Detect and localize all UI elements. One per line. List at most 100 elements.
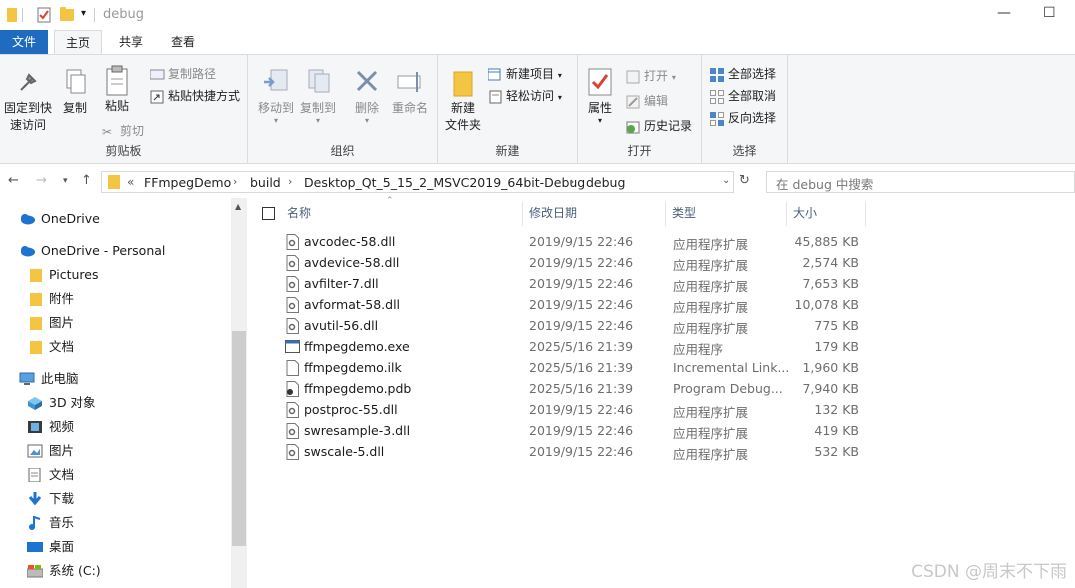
move-to-button[interactable]: 移动到 ▾ [256,67,296,125]
folder-icon [7,7,17,23]
properties-check-icon[interactable] [37,7,51,23]
documents-icon [27,467,43,483]
column-header-name[interactable]: 名称 [287,204,311,221]
breadcrumb-chevron-icon[interactable]: › [288,175,292,188]
paste-button[interactable]: 粘贴 [100,65,134,114]
scrollbar-thumb[interactable] [232,331,246,546]
new-item-button[interactable]: 新建项目 ▾ [487,65,562,82]
copy-path-button[interactable]: 复制路径 [149,65,216,82]
maximize-button[interactable]: ☐ [1043,5,1056,21]
file-modified: 2025/5/16 21:39 [529,360,634,375]
tab-home[interactable]: 主页 [54,30,102,54]
file-type: Program Debug... [673,381,783,396]
nav-item-music[interactable]: 音乐 [27,513,74,533]
breadcrumb-chevron-icon[interactable]: › [233,175,237,188]
pin-quick-access-button[interactable]: 固定到快 速访问 [2,67,54,133]
nav-scrollbar[interactable]: ▲ [231,198,247,588]
overflow-crumb[interactable]: « [127,175,134,189]
nav-item-attachments[interactable]: 附件 [29,289,74,309]
edit-icon [626,95,641,109]
nav-item-images[interactable]: 图片 [29,313,74,333]
new-folder-button[interactable]: 新建 文件夹 [444,67,482,133]
column-header-size[interactable]: 大小 [793,204,817,221]
invert-selection-button[interactable]: 反向选择 [710,109,776,126]
address-box[interactable]: « FFmpegDemo › build › Desktop_Qt_5_15_2… [101,171,734,193]
scissors-icon: ✂ [102,125,113,139]
tab-file[interactable]: 文件 [0,30,48,54]
cloud-icon [19,244,35,258]
refresh-icon[interactable]: ↻ [739,173,750,188]
recent-locations-chevron-icon[interactable]: ▾ [63,176,68,186]
edit-button[interactable]: 编辑 [626,92,668,109]
copy-button[interactable]: 复制 [58,67,92,116]
file-row[interactable]: avformat-58.dll 2019/9/15 22:46 应用程序扩展 10,0… [248,295,1075,316]
nav-item-onedrive-personal[interactable]: OneDrive - Personal [19,241,165,261]
minimize-button[interactable]: — [997,5,1011,21]
file-row[interactable]: avcodec-58.dll 2019/9/15 22:46 应用程序扩展 45,88… [248,232,1075,253]
rename-icon [395,67,425,97]
nav-item-this-pc[interactable]: 此电脑 [19,369,79,389]
address-dropdown-icon[interactable]: ⌄ [722,175,730,186]
column-header-modified[interactable]: 修改日期 [529,204,577,221]
file-size: 775 KB [814,318,859,333]
exe-icon [285,339,300,357]
paste-shortcut-button[interactable]: 粘贴快捷方式 [150,87,240,104]
new-folder-icon[interactable] [60,7,74,23]
dll-icon [285,297,300,316]
open-group: 属性 ▾ 打开 ▾ 编辑 历史记录 打开 [578,55,702,163]
file-name: ffmpegdemo.pdb [304,381,412,396]
file-modified: 2019/9/15 22:46 [529,444,634,459]
forward-arrow-icon[interactable]: → [36,173,47,188]
tab-view[interactable]: 查看 [160,30,206,54]
tab-share[interactable]: 共享 [108,30,154,54]
nav-item-pictures-pc[interactable]: 图片 [27,441,74,461]
nav-item-onedrive[interactable]: OneDrive [19,209,100,229]
properties-button[interactable]: 属性 ▾ [584,67,616,125]
select-all-checkbox[interactable] [262,207,275,220]
column-header-type[interactable]: 类型 [672,204,696,221]
open-icon [626,70,641,84]
file-type: Incremental Link... [673,360,790,375]
file-row[interactable]: swscale-5.dll 2019/9/15 22:46 应用程序扩展 532 KB [248,442,1075,463]
back-arrow-icon[interactable]: ← [8,173,19,188]
file-row[interactable]: ffmpegdemo.exe 2025/5/16 21:39 应用程序 179 KB [248,337,1075,358]
breadcrumb-item[interactable]: debug [586,175,625,190]
file-type: 应用程序扩展 [673,300,749,315]
nav-item-desktop[interactable]: 桌面 [27,537,74,557]
up-arrow-icon[interactable]: ↑ [81,173,92,188]
file-row[interactable]: ffmpegdemo.pdb 2025/5/16 21:39 Program Deb… [248,379,1075,400]
select-all-button[interactable]: 全部选择 [710,65,776,82]
file-row[interactable]: swresample-3.dll 2019/9/15 22:46 应用程序扩展 419… [248,421,1075,442]
rename-button[interactable]: 重命名 [390,67,430,116]
nav-item-3d-objects[interactable]: 3D 对象 [27,393,96,413]
breadcrumb-chevron-icon[interactable]: › [570,175,574,188]
breadcrumb-item[interactable]: FFmpegDemo [144,175,231,190]
nav-item-videos[interactable]: 视频 [27,417,74,437]
search-input[interactable]: 在 debug 中搜索 [766,171,1075,193]
select-none-button[interactable]: 全部取消 [710,87,776,104]
file-row[interactable]: avutil-56.dll 2019/9/15 22:46 应用程序扩展 775 KB [248,316,1075,337]
history-button[interactable]: 历史记录 [626,117,692,134]
quick-access-dropdown-icon[interactable]: ▾ [81,8,86,19]
file-row[interactable]: postproc-55.dll 2019/9/15 22:46 应用程序扩展 132 … [248,400,1075,421]
clipboard-group-label: 剪贴板 [105,144,142,158]
nav-item-system-drive[interactable]: 系统 (C:) [26,561,101,581]
cut-button[interactable]: ✂ 剪切 [102,122,144,139]
file-modified: 2019/9/15 22:46 [529,297,634,312]
scroll-up-icon[interactable]: ▲ [235,202,241,211]
breadcrumb-item[interactable]: Desktop_Qt_5_15_2_MSVC2019_64bit-Debug [304,175,585,190]
copy-to-button[interactable]: 复制到 ▾ [298,67,338,125]
cloud-icon [19,212,35,226]
nav-item-pictures[interactable]: Pictures [29,265,99,285]
file-row[interactable]: avdevice-58.dll 2019/9/15 22:46 应用程序扩展 2,57… [248,253,1075,274]
easy-access-button[interactable]: 轻松访问 ▾ [488,87,562,104]
nav-item-downloads[interactable]: 下载 [27,489,74,509]
nav-item-documents-onedrive[interactable]: 文档 [29,337,74,357]
delete-button[interactable]: 删除 ▾ [350,67,384,125]
file-row[interactable]: ffmpegdemo.ilk 2025/5/16 21:39 Incremental… [248,358,1075,379]
breadcrumb-item[interactable]: build [250,175,281,190]
open-button[interactable]: 打开 ▾ [626,67,676,84]
invert-selection-icon [710,112,725,126]
nav-item-documents-pc[interactable]: 文档 [27,465,74,485]
file-row[interactable]: avfilter-7.dll 2019/9/15 22:46 应用程序扩展 7,653… [248,274,1075,295]
